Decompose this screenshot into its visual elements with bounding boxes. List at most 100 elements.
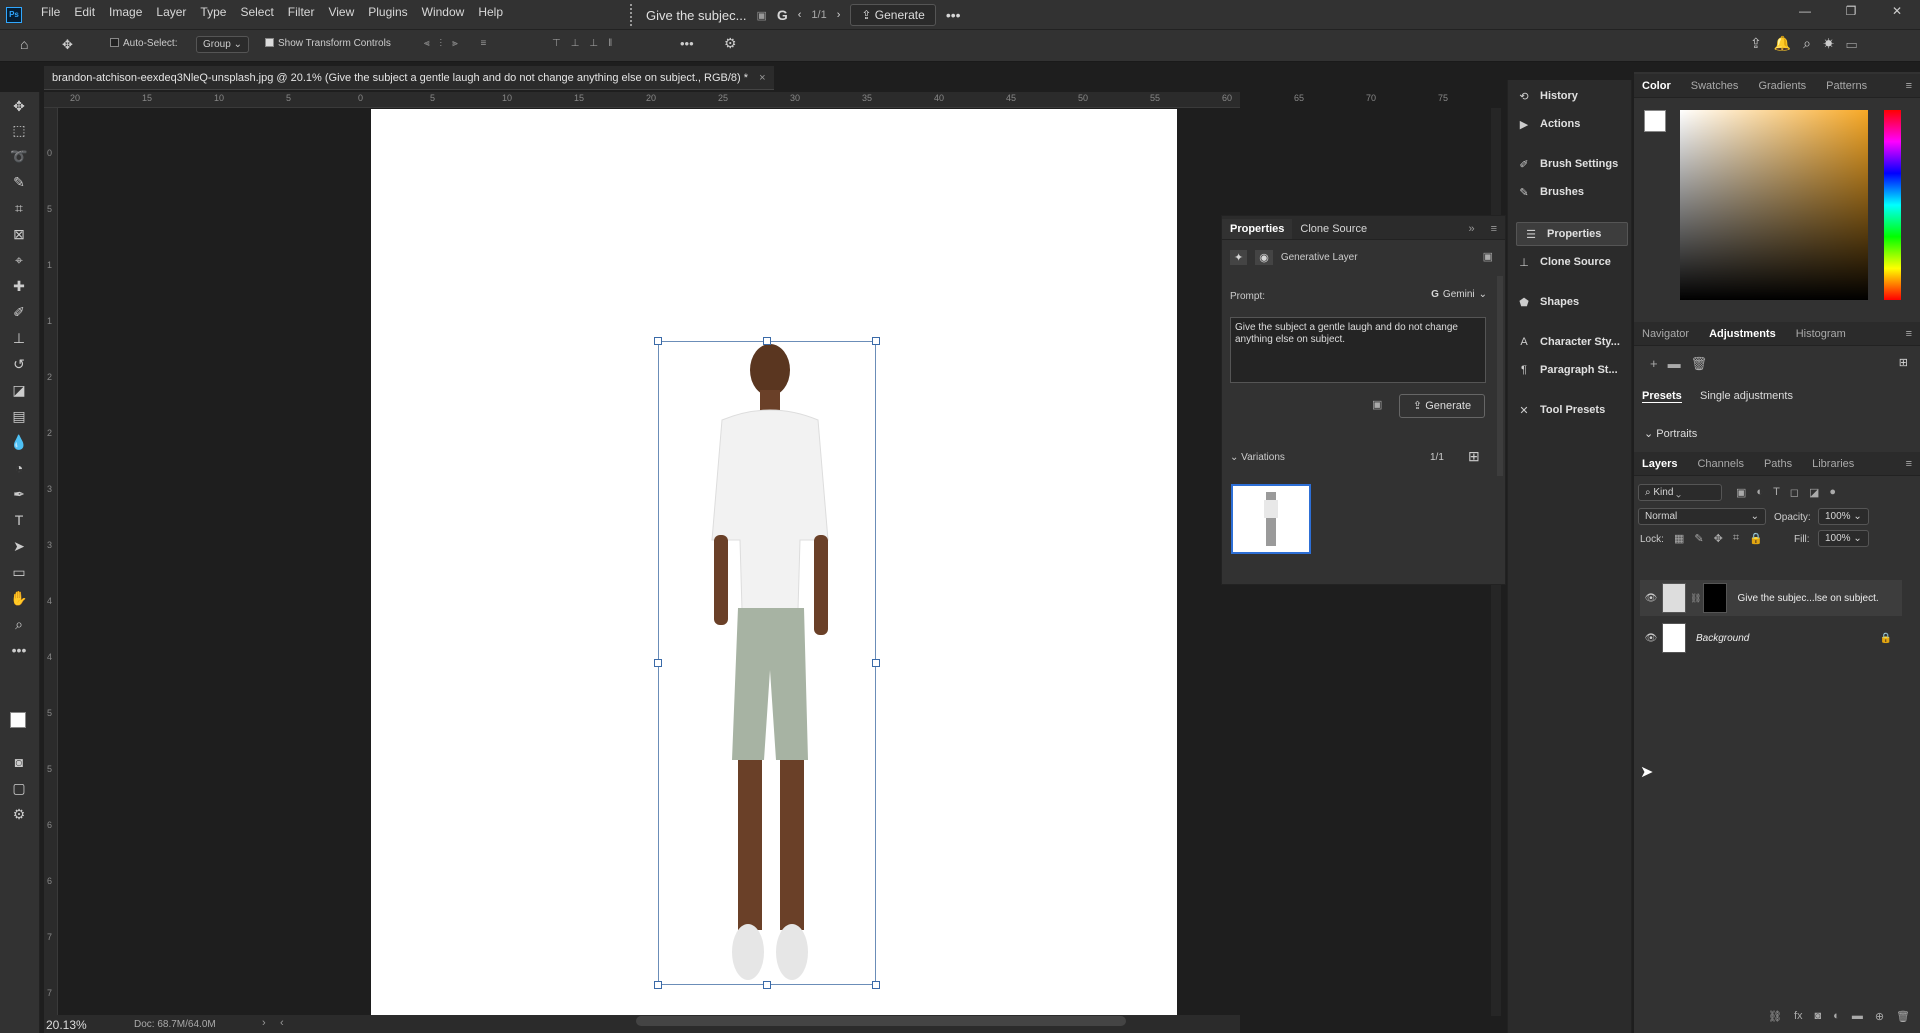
layer-mask-thumbnail[interactable] bbox=[1703, 583, 1728, 613]
menu-view[interactable]: View bbox=[321, 0, 361, 28]
menu-filter[interactable]: Filter bbox=[281, 0, 322, 28]
dock-history[interactable]: ⟲ History bbox=[1516, 84, 1628, 108]
google-g-icon[interactable]: G bbox=[777, 7, 788, 23]
more-options-icon[interactable]: ••• bbox=[946, 7, 961, 23]
crop-tool-icon[interactable]: ⌗ bbox=[8, 198, 30, 218]
history-brush-icon[interactable]: ↺ bbox=[8, 354, 30, 374]
transform-handle[interactable] bbox=[654, 981, 662, 989]
eraser-icon[interactable]: ◪ bbox=[8, 380, 30, 400]
screen-mode-icon[interactable]: ▢ bbox=[8, 778, 30, 798]
layer-row[interactable]: 👁 Background 🔒 bbox=[1640, 620, 1902, 656]
move-tool-icon[interactable]: ✥ bbox=[62, 37, 73, 53]
transform-handle[interactable] bbox=[872, 981, 880, 989]
restore-icon[interactable]: ❐ bbox=[1828, 0, 1874, 24]
tab-channels[interactable]: Channels bbox=[1689, 452, 1751, 476]
menu-select[interactable]: Select bbox=[233, 0, 280, 28]
hue-slider[interactable] bbox=[1884, 110, 1901, 300]
new-layer-icon[interactable]: ⊕ bbox=[1875, 1010, 1884, 1023]
tab-adjustments[interactable]: Adjustments bbox=[1701, 322, 1784, 346]
type-tool-icon[interactable]: T bbox=[8, 510, 30, 530]
clone-stamp-icon[interactable]: ⊥ bbox=[8, 328, 30, 348]
model-dropdown[interactable]: G Gemini ⌄ bbox=[1431, 289, 1487, 300]
tab-swatches[interactable]: Swatches bbox=[1683, 74, 1747, 98]
adjustment-layer-icon[interactable]: ◐ bbox=[1833, 1010, 1840, 1023]
tab-single-adjustments[interactable]: Single adjustments bbox=[1700, 390, 1793, 402]
menu-edit[interactable]: Edit bbox=[67, 0, 102, 28]
new-group-icon[interactable]: ▬ bbox=[1852, 1010, 1863, 1023]
image-icon[interactable]: ▣ bbox=[756, 9, 766, 22]
eyedropper-icon[interactable]: ⌖ bbox=[8, 250, 30, 270]
transform-handle[interactable] bbox=[872, 659, 880, 667]
color-picker-field[interactable] bbox=[1680, 110, 1868, 300]
link-layers-icon[interactable]: ⛓ bbox=[1768, 1010, 1782, 1023]
dock-character-styles[interactable]: A Character Sty... bbox=[1516, 330, 1628, 354]
frame-tool-icon[interactable]: ⊠ bbox=[8, 224, 30, 244]
home-icon[interactable]: ⌂ bbox=[20, 36, 28, 52]
lasso-tool-icon[interactable]: ➰ bbox=[8, 146, 30, 166]
tab-gradients[interactable]: Gradients bbox=[1750, 74, 1814, 98]
tab-properties[interactable]: Properties bbox=[1222, 219, 1293, 239]
shape-filter-icon[interactable]: ◻ bbox=[1790, 486, 1799, 499]
tab-navigator[interactable]: Navigator bbox=[1634, 322, 1697, 346]
top-right-icons[interactable]: ⇪🔔⌕☀▭ bbox=[1750, 35, 1869, 52]
tab-patterns[interactable]: Patterns bbox=[1818, 74, 1875, 98]
hand-tool-icon[interactable]: ✋ bbox=[8, 588, 30, 608]
trash-icon[interactable]: 🗑 bbox=[1691, 356, 1708, 372]
foreground-swatch[interactable] bbox=[1644, 110, 1666, 132]
minimize-icon[interactable]: — bbox=[1782, 0, 1828, 24]
close-window-icon[interactable]: ✕ bbox=[1874, 0, 1920, 24]
tab-libraries[interactable]: Libraries bbox=[1804, 452, 1862, 476]
distribute-icons[interactable]: ⊤⊥⊥‖ bbox=[552, 38, 622, 49]
scroll-left-icon[interactable]: ‹ bbox=[280, 1017, 284, 1029]
add-icon[interactable]: + bbox=[1650, 356, 1658, 372]
tab-layers[interactable]: Layers bbox=[1634, 452, 1685, 476]
content-aware-icon[interactable]: ⚙ bbox=[8, 804, 30, 824]
menu-image[interactable]: Image bbox=[102, 0, 149, 28]
reference-image-icon[interactable]: ▣ bbox=[1372, 398, 1382, 411]
dodge-tool-icon[interactable]: ◔ bbox=[8, 458, 30, 478]
dock-tool-presets[interactable]: ✕ Tool Presets bbox=[1516, 398, 1628, 422]
lock-transparent-icon[interactable]: ▦ bbox=[1674, 532, 1684, 545]
generate-button[interactable]: ⇪ Generate bbox=[1399, 394, 1485, 418]
fx-icon[interactable]: fx bbox=[1794, 1010, 1803, 1023]
quick-mask-icon[interactable]: ◙ bbox=[8, 752, 30, 772]
document-tab[interactable]: brandon-atchison-eexdeq3NleQ-unsplash.jp… bbox=[44, 66, 774, 90]
horizontal-scrollbar[interactable] bbox=[636, 1016, 1126, 1026]
portraits-group[interactable]: ⌄ Portraits bbox=[1644, 427, 1697, 440]
gradient-tool-icon[interactable]: ▤ bbox=[8, 406, 30, 426]
filter-toggle-icon[interactable]: ● bbox=[1829, 486, 1836, 499]
layer-row[interactable]: 👁 ⛓ Give the subjec...lse on subject. bbox=[1640, 580, 1902, 616]
collapse-panel-icon[interactable]: » bbox=[1460, 219, 1482, 239]
next-variation-icon[interactable]: › bbox=[837, 9, 841, 21]
transform-handle[interactable] bbox=[654, 659, 662, 667]
transform-handle[interactable] bbox=[763, 981, 771, 989]
transform-handle[interactable] bbox=[763, 337, 771, 345]
generate-button[interactable]: ⇪ Generate bbox=[850, 4, 936, 26]
type-filter-icon[interactable]: T bbox=[1773, 486, 1780, 499]
variations-toggle[interactable]: ⌄ Variations bbox=[1230, 452, 1285, 463]
add-mask-icon[interactable]: ◙ bbox=[1815, 1010, 1822, 1023]
menu-file[interactable]: File bbox=[34, 0, 67, 28]
lock-position-icon[interactable]: ✥ bbox=[1714, 532, 1723, 545]
adjustment-filter-icon[interactable]: ◐ bbox=[1756, 486, 1763, 499]
folder-icon[interactable]: ▬ bbox=[1668, 356, 1681, 372]
panel-menu-icon[interactable]: ≡ bbox=[1483, 219, 1505, 239]
healing-brush-icon[interactable]: ✚ bbox=[8, 276, 30, 296]
panel-scrollbar[interactable] bbox=[1497, 276, 1503, 476]
opacity-field[interactable]: 100% ⌄ bbox=[1818, 508, 1869, 525]
panel-menu-icon[interactable]: ≡ bbox=[1898, 452, 1920, 476]
prev-variation-icon[interactable]: ‹ bbox=[798, 9, 802, 21]
lock-icons[interactable]: ▦ ✎ ✥ ⌗ 🔒 bbox=[1674, 532, 1763, 545]
brush-tool-icon[interactable]: ✐ bbox=[8, 302, 30, 322]
prompt-preview[interactable]: Give the subjec... bbox=[646, 8, 746, 23]
filter-icons[interactable]: ▣ ◐ T ◻ ◪ ● bbox=[1736, 486, 1836, 499]
menu-type[interactable]: Type bbox=[193, 0, 233, 28]
tab-histogram[interactable]: Histogram bbox=[1788, 322, 1854, 346]
menu-plugins[interactable]: Plugins bbox=[361, 0, 414, 28]
filter-kind-dropdown[interactable]: ⌕ Kind ⌄ bbox=[1638, 484, 1722, 501]
path-selection-icon[interactable]: ➤ bbox=[8, 536, 30, 556]
dock-actions[interactable]: ▶ Actions bbox=[1516, 112, 1628, 136]
lock-pixels-icon[interactable]: ✎ bbox=[1694, 532, 1703, 545]
show-transform-checkbox[interactable]: Show Transform Controls bbox=[265, 38, 391, 49]
menu-help[interactable]: Help bbox=[471, 0, 510, 28]
